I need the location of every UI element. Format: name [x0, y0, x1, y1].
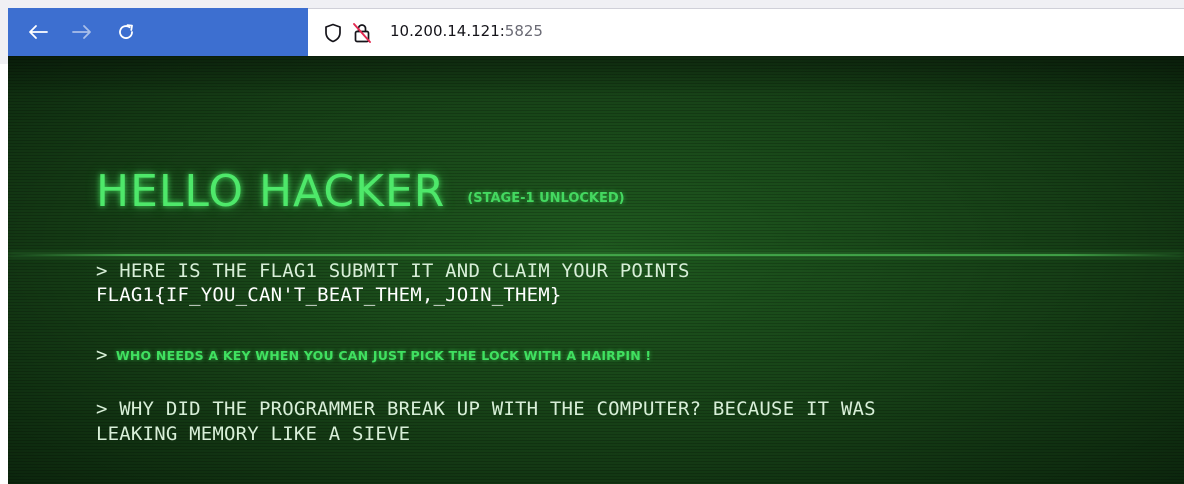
flag-value: FLAG1{IF_YOU_CAN'T_BEAT_THEM,_JOIN_THEM}: [96, 284, 562, 306]
url-bar[interactable]: 10.200.14.121:5825: [308, 8, 1184, 56]
page-title: HELLO HACKER: [96, 166, 446, 217]
joke-text: > WHY DID THE PROGRAMMER BREAK UP WITH T…: [96, 397, 876, 447]
divider: [8, 254, 1184, 256]
toolbar-nav-area: [8, 8, 308, 56]
page-shade: [8, 56, 1184, 96]
flag-intro-text: > HERE IS THE FLAG1 SUBMIT IT AND CLAIM …: [96, 260, 690, 282]
reload-icon[interactable]: [112, 18, 140, 46]
joke-line-2: LEAKING MEMORY LIKE A SIEVE: [96, 423, 411, 445]
browser-toolbar: 10.200.14.121:5825: [0, 0, 1184, 64]
url-host: 10.200.14.121:: [390, 22, 505, 40]
insecure-lock-icon[interactable]: [352, 22, 372, 44]
title-row: HELLO HACKER (STAGE-1 UNLOCKED): [96, 166, 625, 217]
browser-window: 10.200.14.121:5825 HELLO HACKER (STAGE-1 …: [0, 0, 1184, 484]
page-content: HELLO HACKER (STAGE-1 UNLOCKED) > HERE IS…: [8, 56, 1184, 484]
joke-line-1: > WHY DID THE PROGRAMMER BREAK UP WITH T…: [96, 398, 876, 420]
url-port: 5825: [504, 22, 543, 40]
url-text[interactable]: 10.200.14.121:5825: [390, 22, 543, 40]
hint-line: > WHO NEEDS A KEY WHEN YOU CAN JUST PICK…: [96, 344, 651, 366]
hint-text: WHO NEEDS A KEY WHEN YOU CAN JUST PICK T…: [115, 348, 652, 363]
arrow-right-icon[interactable]: [68, 18, 96, 46]
stage-subtitle: (STAGE-1 UNLOCKED): [467, 191, 625, 206]
shield-icon[interactable]: [324, 23, 342, 43]
hint-prompt: >: [96, 344, 108, 366]
arrow-left-icon[interactable]: [24, 18, 52, 46]
